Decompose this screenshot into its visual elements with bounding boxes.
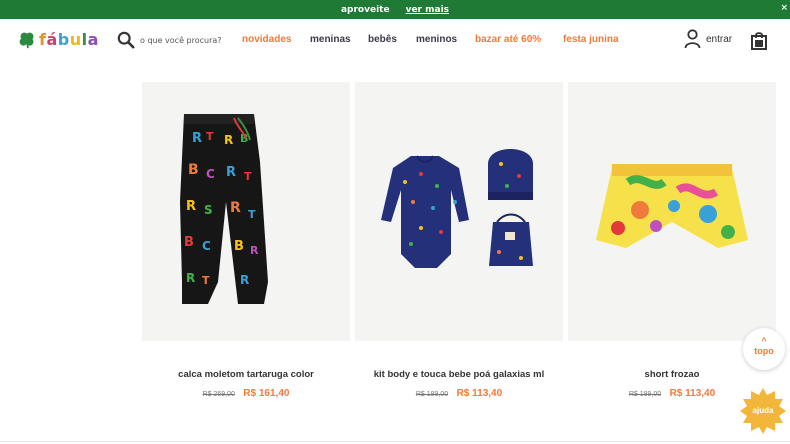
search-input[interactable]: o que você procura? [140, 36, 222, 45]
chevron-up-icon: ^ [761, 336, 767, 346]
logo-wordmark: fábula [39, 30, 99, 49]
back-to-top-button[interactable]: ^ topo [743, 328, 785, 370]
svg-text:B: B [184, 235, 194, 250]
product-card[interactable]: kit body e touca bebe poá galaxias ml R$… [355, 82, 563, 401]
product-image-body-kit[interactable] [355, 82, 563, 341]
logo-letter: b [57, 30, 70, 49]
svg-text:R: R [240, 273, 249, 287]
login-label: entrar [706, 33, 733, 45]
svg-text:B: B [234, 239, 244, 254]
svg-text:R: R [186, 271, 195, 285]
svg-text:C: C [202, 239, 211, 253]
svg-text:T: T [202, 274, 210, 287]
svg-text:S: S [204, 203, 213, 217]
product-name[interactable]: calca moletom tartaruga color [142, 369, 350, 380]
logo-letter: a [87, 30, 99, 49]
product-image-short[interactable] [568, 82, 776, 341]
product-name[interactable]: short frozao [568, 369, 776, 380]
search-icon[interactable] [117, 31, 135, 49]
close-icon[interactable]: × [780, 3, 788, 13]
product-old-price: R$ 269,00 [202, 391, 235, 398]
svg-text:R: R [226, 165, 236, 180]
svg-text:T: T [248, 208, 256, 221]
help-label: ajuda [752, 406, 774, 415]
svg-text:R: R [224, 133, 233, 147]
login-link[interactable]: entrar [684, 29, 732, 49]
nav-item-novidades[interactable]: novidades [242, 34, 291, 45]
help-button[interactable]: ajuda [738, 386, 788, 436]
logo-letter: u [69, 30, 82, 49]
svg-text:R: R [230, 200, 241, 216]
nav-item-meninas[interactable]: meninas [310, 34, 351, 45]
svg-text:T: T [244, 170, 252, 183]
shopping-bag-icon[interactable] [751, 31, 767, 50]
svg-text:T: T [206, 130, 214, 143]
product-old-price: R$ 189,00 [415, 391, 449, 398]
divider [0, 441, 790, 442]
nav-item-bazar[interactable]: bazar até 60% [475, 34, 541, 45]
product-price: R$ 161,40 [243, 388, 290, 399]
nav-item-meninos[interactable]: meninos [416, 34, 457, 45]
svg-text:R: R [250, 244, 259, 257]
logo[interactable]: fábula [18, 30, 99, 49]
back-to-top-label: topo [754, 346, 774, 356]
svg-text:C: C [206, 167, 215, 181]
logo-letter: á [46, 30, 58, 49]
svg-text:R: R [192, 131, 202, 146]
nav-item-bebes[interactable]: bebês [368, 34, 397, 45]
product-old-price: R$ 189,00 [628, 391, 662, 398]
product-price-row: R$ 269,00 R$ 161,40 [142, 383, 350, 401]
product-image-pants[interactable]: R T R B B C R T R S R T B C B R R T R [142, 82, 350, 341]
clover-logo-icon [19, 32, 34, 48]
product-price-row: R$ 189,00 R$ 113,40 [355, 383, 563, 401]
product-card[interactable]: R T R B B C R T R S R T B C B R R T R ca… [142, 82, 350, 401]
site-header: fábula o que você procura? novidades men… [0, 19, 790, 63]
search-bar[interactable]: o que você procura? [117, 31, 222, 49]
announcement-bar: aproveite ver mais × [0, 0, 790, 19]
product-price: R$ 113,40 [456, 388, 503, 399]
product-name[interactable]: kit body e touca bebe poá galaxias ml [355, 369, 563, 380]
announcement-text: aproveite [340, 4, 390, 15]
svg-text:R: R [186, 199, 196, 214]
announcement-link[interactable]: ver mais [406, 5, 449, 15]
user-icon [684, 29, 701, 49]
product-price: R$ 113,40 [669, 388, 716, 399]
svg-text:B: B [188, 162, 199, 178]
nav-item-festa-junina[interactable]: festa junina [563, 34, 619, 45]
